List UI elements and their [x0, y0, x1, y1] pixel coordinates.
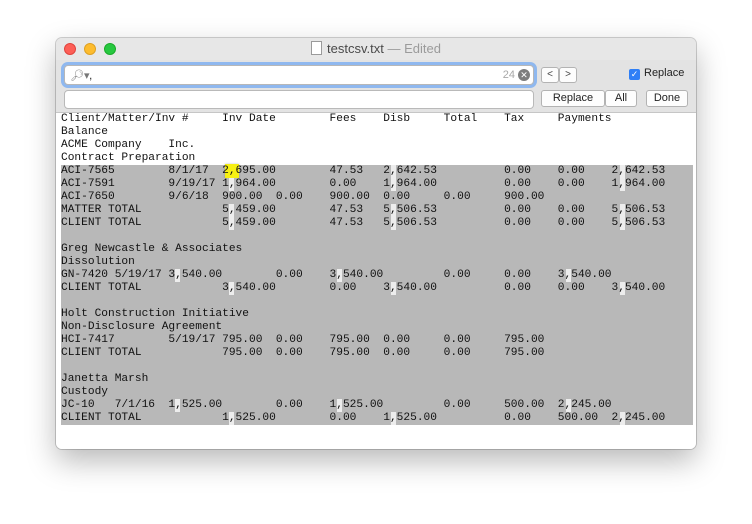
document-line[interactable]: CLIENT TOTAL 795.00 0.00 795.00 0.00 0.0…: [61, 347, 693, 360]
document-line[interactable]: CLIENT TOTAL 3,540.00 0.00 3,540.00 0.00…: [61, 282, 693, 295]
find-replace-bar: 🔎︎▾ , 24 ✕ < > ✓ Replace Replace All Done: [56, 60, 696, 113]
line-text: Holt Construction Initiative: [61, 308, 249, 320]
line-text: Contract Preparation: [61, 152, 196, 164]
search-query: ,: [89, 68, 93, 82]
document-line[interactable]: ACME Company Inc.: [61, 139, 693, 152]
line-text: HCI-7417 5/19/17 795.00 0.00 795.00 0.00…: [61, 334, 545, 346]
replace-checkbox-label: Replace: [644, 67, 685, 79]
done-button[interactable]: Done: [646, 90, 688, 107]
line-text: CLIENT TOTAL 5,459.00 47.53 5,506.53 0.0…: [61, 217, 666, 229]
document-line[interactable]: [61, 230, 693, 243]
document-line[interactable]: GN-7420 5/19/17 3,540.00 0.00 3,540.00 0…: [61, 269, 693, 282]
replace-checkbox[interactable]: ✓ Replace: [629, 67, 684, 80]
document-icon: [311, 41, 323, 55]
document-line[interactable]: Contract Preparation: [61, 152, 693, 165]
document-line[interactable]: ACI-7650 9/6/18 900.00 0.00 900.00 0.00 …: [61, 191, 693, 204]
document-line[interactable]: [61, 295, 693, 308]
line-text: Non-Disclosure Agreement: [61, 321, 223, 333]
text-editor-content[interactable]: Client/Matter/Inv # Inv Date Fees Disb T…: [56, 113, 696, 449]
document-line[interactable]: Non-Disclosure Agreement: [61, 321, 693, 334]
document-line[interactable]: Client/Matter/Inv # Inv Date Fees Disb T…: [61, 113, 693, 126]
document-line[interactable]: ACI-7565 8/1/17 2,695.00 47.53 2,642.53 …: [61, 164, 693, 179]
document-line[interactable]: Dissolution: [61, 256, 693, 269]
document-line[interactable]: CLIENT TOTAL 5,459.00 47.53 5,506.53 0.0…: [61, 217, 693, 230]
line-text: Dissolution: [61, 256, 135, 268]
checkmark-icon[interactable]: ✓: [629, 69, 640, 80]
line-text: ACME Company Inc.: [61, 139, 196, 151]
search-icon[interactable]: 🔎︎▾: [70, 67, 90, 85]
line-text: GN-7420 5/19/17 3,540.00 0.00 3,540.00 0…: [61, 269, 612, 281]
title-bar: testcsv.txt — Edited: [56, 38, 696, 60]
line-text: Janetta Marsh: [61, 373, 149, 385]
document-line[interactable]: Greg Newcastle & Associates: [61, 243, 693, 256]
line-text: Greg Newcastle & Associates: [61, 243, 243, 255]
line-text: Client/Matter/Inv # Inv Date Fees Disb T…: [61, 113, 612, 125]
line-text: JC-10 7/1/16 1,525.00 0.00 1,525.00 0.00…: [61, 399, 612, 411]
document-line[interactable]: Custody: [61, 386, 693, 399]
line-text: MATTER TOTAL 5,459.00 47.53 5,506.53 0.0…: [61, 204, 666, 216]
text-editor-window: testcsv.txt — Edited 🔎︎▾ , 24 ✕ < > ✓ Rep…: [56, 38, 696, 449]
window-title: testcsv.txt — Edited: [56, 41, 696, 57]
replace-input[interactable]: [64, 90, 534, 109]
search-field[interactable]: 🔎︎▾ , 24 ✕: [64, 65, 534, 85]
line-text: CLIENT TOTAL 3,540.00 0.00 3,540.00 0.00…: [61, 282, 666, 294]
document-line[interactable]: Balance: [61, 126, 693, 139]
document-name: testcsv.txt: [327, 41, 384, 56]
line-text: CLIENT TOTAL 1,525.00 0.00 1,525.00 0.00…: [61, 412, 666, 424]
document-line[interactable]: [61, 360, 693, 373]
line-text: Custody: [61, 386, 108, 398]
document-line[interactable]: ACI-7591 9/19/17 1,964.00 0.00 1,964.00 …: [61, 178, 693, 191]
document-line[interactable]: JC-10 7/1/16 1,525.00 0.00 1,525.00 0.00…: [61, 399, 693, 412]
replace-all-button[interactable]: All: [605, 90, 637, 107]
document-line[interactable]: Janetta Marsh: [61, 373, 693, 386]
document-line[interactable]: Holt Construction Initiative: [61, 308, 693, 321]
match-count: 24: [502, 69, 515, 81]
document-text[interactable]: Client/Matter/Inv # Inv Date Fees Disb T…: [61, 113, 693, 425]
document-line[interactable]: HCI-7417 5/19/17 795.00 0.00 795.00 0.00…: [61, 334, 693, 347]
line-text: Balance: [61, 126, 108, 138]
previous-match-button[interactable]: <: [541, 67, 559, 83]
document-line[interactable]: CLIENT TOTAL 1,525.00 0.00 1,525.00 0.00…: [61, 412, 693, 425]
next-match-button[interactable]: >: [559, 67, 577, 83]
line-text: CLIENT TOTAL 795.00 0.00 795.00 0.00 0.0…: [61, 347, 545, 359]
line-text: ACI-7650 9/6/18 900.00 0.00 900.00 0.00 …: [61, 191, 545, 203]
document-line[interactable]: MATTER TOTAL 5,459.00 47.53 5,506.53 0.0…: [61, 204, 693, 217]
edited-status: — Edited: [387, 41, 441, 56]
line-text: ACI-7565 8/1/17 2,695.00 47.53 2,642.53 …: [61, 165, 666, 177]
clear-search-icon[interactable]: ✕: [518, 69, 530, 81]
line-text: ACI-7591 9/19/17 1,964.00 0.00 1,964.00 …: [61, 178, 666, 190]
replace-button[interactable]: Replace: [541, 90, 605, 107]
